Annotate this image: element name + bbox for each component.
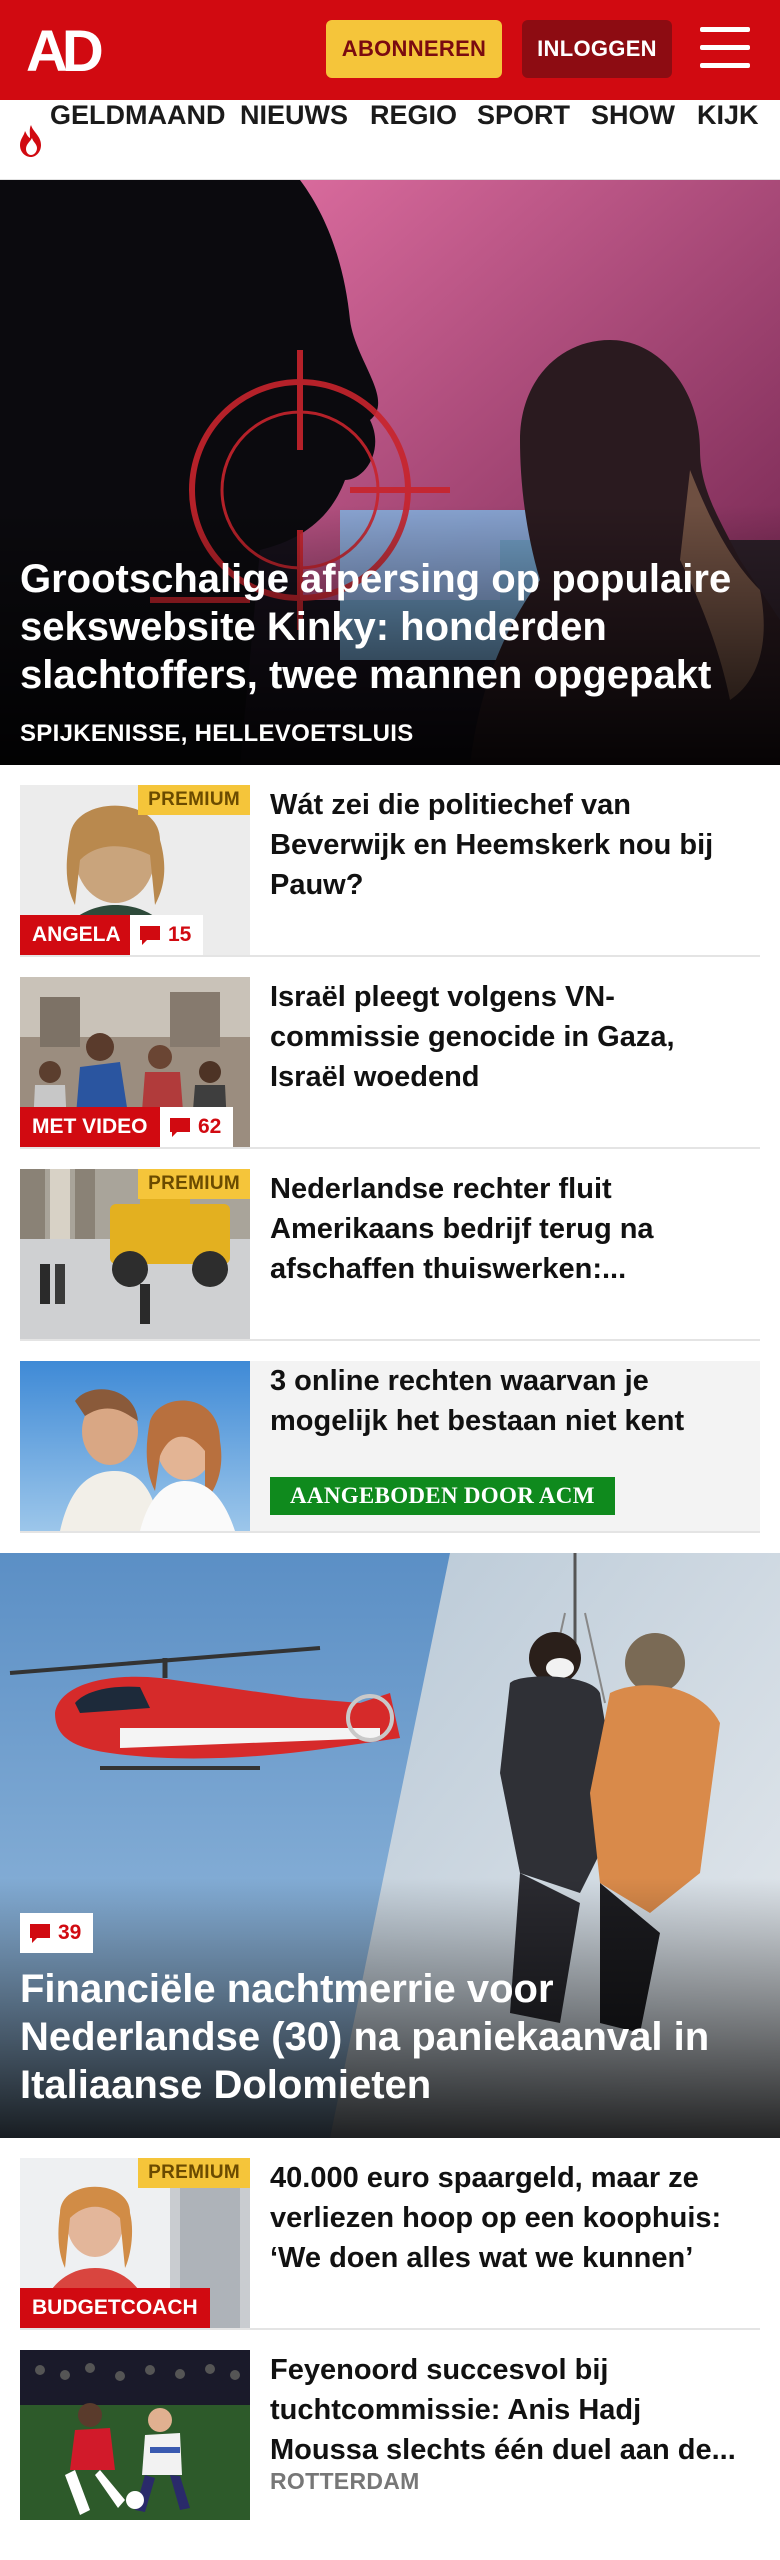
thumbnail-image <box>20 1361 250 1531</box>
comment-icon <box>170 1118 190 1137</box>
author-label: BUDGETCOACH <box>20 2288 210 2328</box>
article-title[interactable]: Israël pleegt volgens VN-commissie genoc… <box>270 977 750 1097</box>
hero-article[interactable]: 39 Financiële nachtmerrie voor Nederland… <box>0 1553 780 2138</box>
comment-count-value: 15 <box>168 923 192 946</box>
article-thumbnail: PREMIUM BUDGETCOACH <box>20 2158 250 2328</box>
article-thumbnail <box>20 2350 250 2520</box>
article-title[interactable]: Wát zei die politiechef van Beverwijk en… <box>270 785 750 905</box>
hero-article[interactable]: Grootschalige afpersing op populaire sek… <box>0 180 780 765</box>
video-label: MET VIDEO <box>20 1107 160 1147</box>
hero-title[interactable]: Financiële nachtmerrie voor Nederlandse … <box>20 1965 750 2109</box>
article-thumbnail: MET VIDEO 62 <box>20 977 250 1147</box>
article-title[interactable]: 40.000 euro spaargeld, maar ze verliezen… <box>270 2158 750 2278</box>
nav-item-geldmaand[interactable]: GELDMAAND <box>50 100 226 179</box>
comment-count-value: 39 <box>58 1921 82 1944</box>
nav-item-regio[interactable]: REGIO <box>370 100 457 179</box>
svg-text:AD: AD <box>26 24 102 76</box>
list-item[interactable]: PREMIUM BUDGETCOACH 40.000 euro spaargel… <box>20 2138 760 2330</box>
ad-logo[interactable]: AD <box>26 24 116 76</box>
premium-badge: PREMIUM <box>138 2158 250 2188</box>
comment-count[interactable]: 62 <box>160 1107 234 1147</box>
list-item[interactable]: PREMIUM ANGELA 15 Wát zei die politieche… <box>20 765 760 957</box>
sponsored-item[interactable]: 3 online rechten waarvan je mogelijk het… <box>20 1341 760 1533</box>
menu-icon[interactable] <box>700 27 752 71</box>
section-nav: GELDMAAND NIEUWS REGIO SPORT SHOW KIJK <box>0 100 780 180</box>
article-location: ROTTERDAM <box>270 2468 420 2494</box>
article-thumbnail: PREMIUM ANGELA 15 <box>20 785 250 955</box>
thumbnail-image <box>20 2350 250 2520</box>
article-title[interactable]: Nederlandse rechter fluit Amerikaans bed… <box>270 1169 750 1289</box>
comment-count[interactable]: 39 <box>20 1913 94 1953</box>
list-item[interactable]: Feyenoord succesvol bij tuchtcommissie: … <box>20 2330 760 2522</box>
premium-badge: PREMIUM <box>138 1169 250 1199</box>
top-bar: AD ABONNEREN INLOGGEN <box>0 0 780 100</box>
article-thumbnail: PREMIUM <box>20 1169 250 1339</box>
flame-icon <box>20 125 41 157</box>
nav-item-sport[interactable]: SPORT <box>477 100 570 179</box>
comment-count[interactable]: 15 <box>130 915 204 955</box>
nav-item-show[interactable]: SHOW <box>591 100 675 179</box>
list-item[interactable]: MET VIDEO 62 Israël pleegt volgens VN-co… <box>20 957 760 1149</box>
subscribe-button[interactable]: ABONNEREN <box>326 20 502 78</box>
nav-item-kijk[interactable]: KIJK <box>697 100 759 179</box>
article-title[interactable]: Feyenoord succesvol bij tuchtcommissie: … <box>270 2350 750 2470</box>
article-title[interactable]: 3 online rechten waarvan je mogelijk het… <box>270 1361 750 1441</box>
comment-icon <box>140 926 160 945</box>
hero-location: SPIJKENISSE, HELLEVOETSLUIS <box>20 720 414 747</box>
premium-badge: PREMIUM <box>138 785 250 815</box>
comment-icon <box>30 1924 50 1943</box>
nav-item-nieuws[interactable]: NIEUWS <box>240 100 348 179</box>
article-thumbnail <box>20 1361 250 1531</box>
hero-title[interactable]: Grootschalige afpersing op populaire sek… <box>20 555 750 699</box>
login-button[interactable]: INLOGGEN <box>522 20 672 78</box>
sponsor-label: AANGEBODEN DOOR ACM <box>270 1477 615 1515</box>
list-item[interactable]: PREMIUM Nederlandse rechter fluit Amerik… <box>20 1149 760 1341</box>
comment-count-value: 62 <box>198 1115 222 1138</box>
author-label: ANGELA <box>20 915 133 955</box>
